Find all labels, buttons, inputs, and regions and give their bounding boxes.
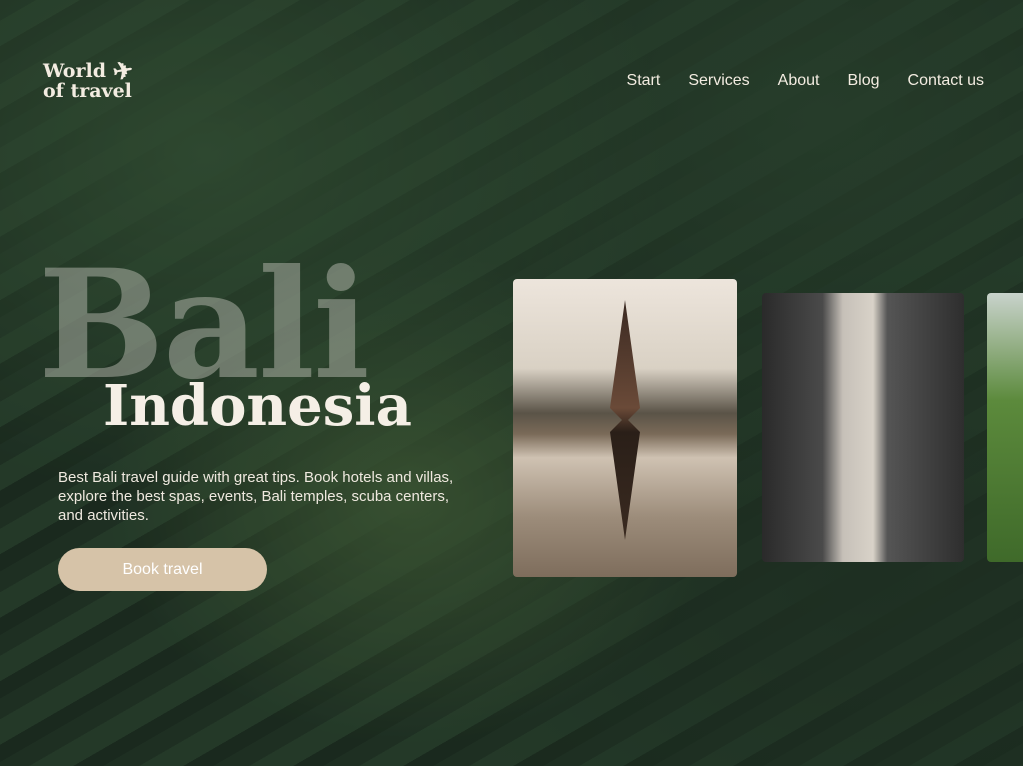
nav-contact[interactable]: Contact us xyxy=(908,71,984,91)
main-nav: Start Services About Blog Contact us xyxy=(627,71,984,91)
nav-blog[interactable]: Blog xyxy=(847,71,879,91)
hero-description: Best Bali travel guide with great tips. … xyxy=(58,469,454,524)
book-travel-button[interactable]: Book travel xyxy=(58,548,267,591)
nav-start[interactable]: Start xyxy=(627,71,661,91)
nav-about[interactable]: About xyxy=(778,71,820,91)
gate-photo-card[interactable] xyxy=(762,293,964,562)
temple-photo-card[interactable] xyxy=(513,279,737,577)
logo[interactable]: World of travel ✈ xyxy=(43,54,135,101)
airplane-icon: ✈ xyxy=(110,54,136,87)
nav-services[interactable]: Services xyxy=(688,71,749,91)
hero-title: Indonesia xyxy=(103,373,412,439)
pagoda-image xyxy=(610,300,640,540)
rice-field-photo-card[interactable] xyxy=(987,293,1023,562)
